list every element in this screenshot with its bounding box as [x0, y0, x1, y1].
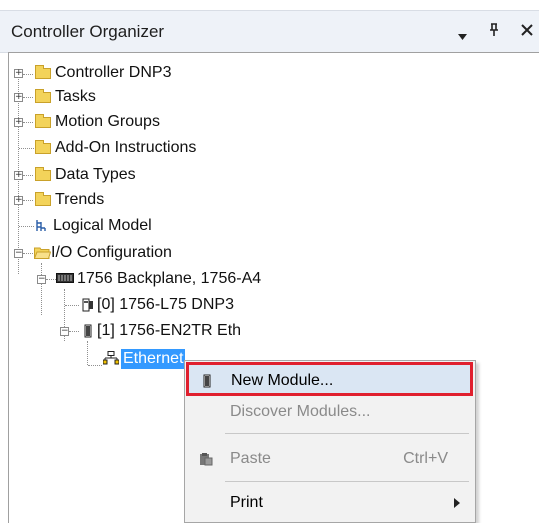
tree-item-label: Controller DNP3: [55, 64, 172, 81]
tree-item-label: [0] 1756-L75 DNP3: [97, 296, 234, 313]
expand-icon[interactable]: +: [14, 93, 23, 102]
expand-icon[interactable]: +: [14, 118, 23, 127]
tree-item-label: Logical Model: [53, 217, 152, 234]
network-icon: [102, 351, 120, 365]
menu-item-shortcut: Ctrl+V: [403, 450, 448, 467]
folder-icon: [35, 114, 51, 128]
folder-icon: [35, 192, 51, 206]
menu-item-label: Discover Modules...: [230, 403, 371, 420]
tree-item-label: Add-On Instructions: [55, 139, 197, 156]
expand-icon[interactable]: +: [14, 171, 23, 180]
tree-item-label: Trends: [55, 191, 105, 208]
panel-header: Controller Organizer: [0, 10, 539, 53]
tree-item-label: Tasks: [55, 88, 96, 105]
collapse-icon[interactable]: −: [60, 327, 69, 336]
menu-item-label: Print: [230, 494, 263, 511]
controller-module-icon: [81, 298, 95, 312]
context-menu: New Module... Discover Modules... Paste …: [184, 360, 476, 523]
tree-item-logical-model[interactable]: Logical Model: [9, 214, 309, 238]
folder-icon: [35, 89, 51, 103]
tree-item-label: Motion Groups: [55, 113, 160, 130]
tree-item-ethernet-module[interactable]: − [1] 1756-EN2TR Eth: [9, 319, 329, 343]
collapse-icon[interactable]: −: [14, 249, 23, 258]
pin-icon[interactable]: [489, 23, 499, 40]
module-icon: [200, 374, 214, 388]
collapse-icon[interactable]: −: [37, 275, 46, 284]
tree-item-tasks[interactable]: + Tasks: [9, 85, 309, 109]
open-folder-icon: [33, 246, 52, 260]
tree-item-add-on-instructions[interactable]: Add-On Instructions: [9, 136, 309, 160]
logical-model-icon: [35, 219, 49, 233]
menu-item-label: New Module...: [231, 372, 334, 389]
menu-item-print[interactable]: Print: [188, 487, 472, 519]
menu-item-paste[interactable]: Paste Ctrl+V: [188, 443, 472, 475]
paste-icon: [199, 452, 213, 466]
backplane-icon: [56, 273, 74, 283]
tree-item-io-configuration[interactable]: − I/O Configuration: [9, 241, 309, 265]
tree-item-trends[interactable]: + Trends: [9, 188, 309, 212]
submenu-arrow-icon: [454, 498, 460, 508]
panel-title: Controller Organizer: [11, 22, 165, 41]
menu-item-label: Paste: [230, 450, 271, 467]
tree-item-label: I/O Configuration: [51, 244, 172, 261]
tree-item-controller[interactable]: + Controller DNP3: [9, 61, 309, 85]
tree-item-controller-module[interactable]: [0] 1756-L75 DNP3: [9, 293, 329, 317]
close-icon[interactable]: [521, 21, 533, 41]
expand-icon[interactable]: +: [14, 196, 23, 205]
tree-item-data-types[interactable]: + Data Types: [9, 163, 309, 187]
tree-item-label: Data Types: [55, 166, 136, 183]
menu-separator: [225, 481, 469, 482]
expand-icon[interactable]: +: [14, 69, 23, 78]
ethernet-module-icon: [81, 324, 95, 338]
folder-icon: [35, 167, 51, 181]
tree-item-motion-groups[interactable]: + Motion Groups: [9, 110, 309, 134]
menu-item-new-module[interactable]: New Module...: [188, 364, 472, 396]
folder-icon: [35, 140, 51, 154]
panel-dropdown-icon[interactable]: [458, 27, 467, 44]
tree-item-label-selected: Ethernet: [121, 349, 186, 369]
tree-item-label: 1756 Backplane, 1756-A4: [77, 270, 262, 287]
menu-separator: [225, 433, 469, 434]
folder-icon: [35, 65, 51, 79]
tree-item-label: [1] 1756-EN2TR Eth: [97, 322, 242, 339]
menu-item-discover-modules[interactable]: Discover Modules...: [188, 396, 472, 428]
tree-item-backplane[interactable]: − 1756 Backplane, 1756-A4: [9, 267, 329, 291]
